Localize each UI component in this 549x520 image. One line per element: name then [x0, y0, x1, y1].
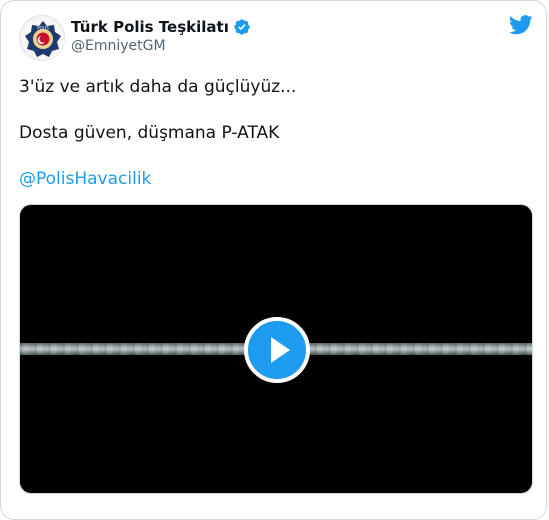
video-player[interactable]	[19, 204, 533, 494]
mention-link-polishavacilik[interactable]: @PolisHavacilik	[19, 167, 529, 191]
twitter-bird-icon[interactable]	[509, 15, 533, 35]
author-display-name[interactable]: Türk Polis Teşkilatı	[71, 18, 229, 36]
play-button[interactable]	[244, 317, 310, 383]
tweet-line-1: 3'üz ve artık daha da güçlüyüz...	[19, 77, 297, 97]
tweet-card[interactable]: POLİS Türk Polis Teşkilatı @EmniyetGM 3'…	[0, 0, 547, 520]
author-handle[interactable]: @EmniyetGM	[71, 38, 166, 54]
play-icon	[271, 337, 290, 363]
tweet-line-2: Dosta güven, düşmana P-ATAK	[19, 123, 280, 143]
author-name-row[interactable]: Türk Polis Teşkilatı	[71, 16, 251, 38]
author-avatar[interactable]: POLİS	[19, 15, 65, 61]
tweet-spacer	[19, 99, 529, 121]
tweet-spacer	[19, 145, 529, 167]
svg-text:POLİS: POLİS	[37, 26, 49, 31]
tweet-text: 3'üz ve artık daha da güçlüyüz... Dosta …	[19, 75, 529, 191]
police-badge-icon: POLİS	[22, 18, 64, 60]
verified-badge-icon	[234, 19, 250, 35]
